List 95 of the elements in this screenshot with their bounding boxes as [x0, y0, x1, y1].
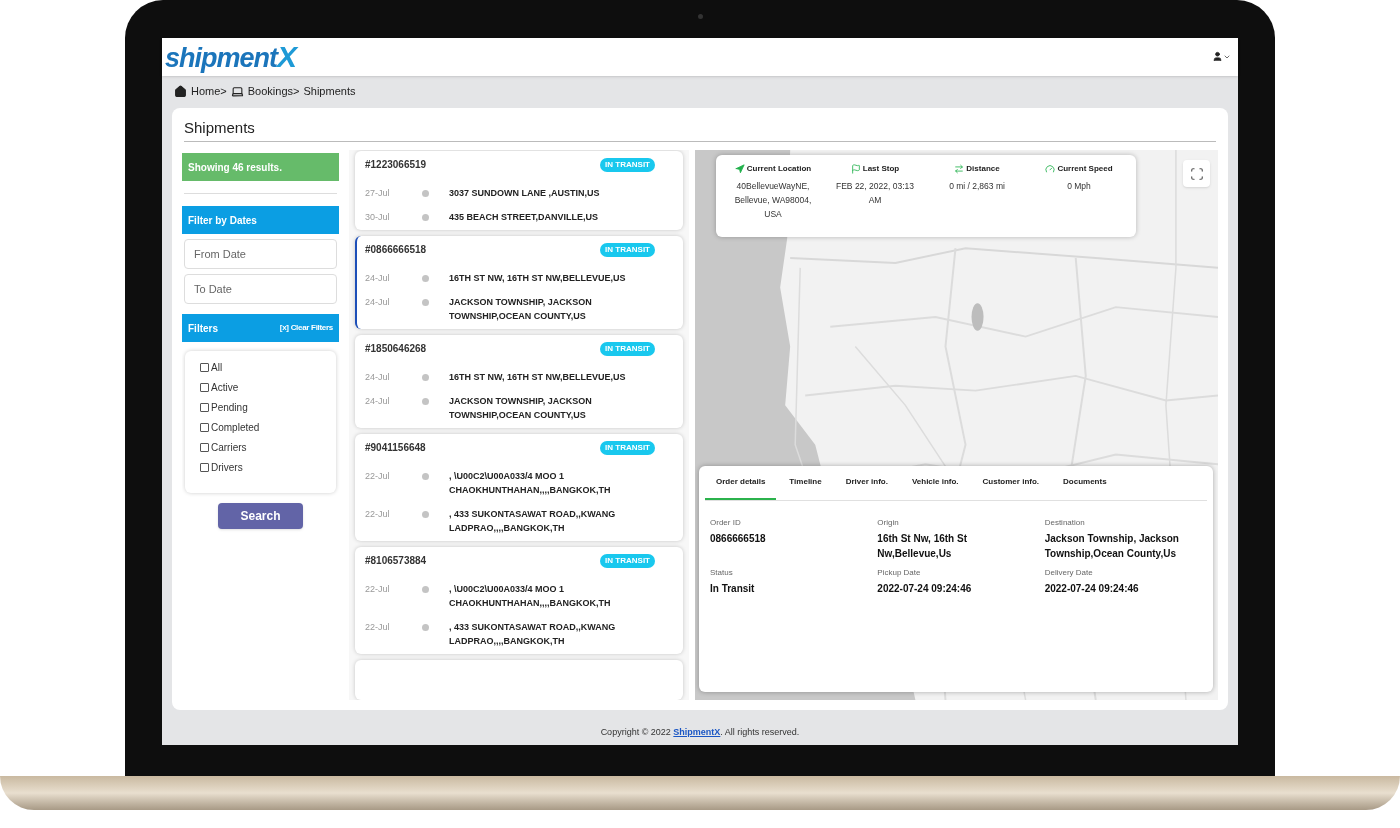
checkbox[interactable] [200, 363, 209, 372]
stop-address: , \U00C2\U00A033/4 MOO 1 CHAOKHUNTHAHAN,,,,BANGKOK,TH [449, 583, 612, 610]
checkbox-label: Pending [211, 401, 248, 415]
navigation-arrow-icon [734, 164, 745, 174]
status-badge: IN TRANSIT [600, 157, 655, 172]
details-tab[interactable]: Customer info. [971, 466, 1051, 500]
status-badge: IN TRANSIT [600, 341, 655, 356]
stop-date: 24-Jul [365, 371, 391, 384]
shipment-card[interactable]: #8106573884 IN TRANSIT 22-Jul , \U00C2\U00A033/4 MOO 1 CHAOKHUNTHAHAN,,,,BANGKOK,TH 22-Jul , 433 SUKONTASAWAT ROAD,,KWANG LADPRAO,,,,BANGKOK,TH [355, 547, 683, 654]
field-label: Pickup Date [877, 567, 922, 579]
date-field[interactable]: To Date [184, 274, 337, 304]
field-label: Origin [877, 517, 900, 529]
details-tab[interactable]: Vehicle info. [900, 466, 970, 500]
shipment-card[interactable]: #1850646268 IN TRANSIT 24-Jul 16TH ST NW, 16TH ST NW,BELLEVUE,US 24-Jul JACKSON TOWNSHIP, JACKSON TOWNSHIP,OCEAN COUNTY,US [355, 335, 683, 428]
tracking-label: Distance [966, 163, 1000, 175]
gauge-icon [1045, 164, 1056, 174]
field-value: Jackson Township, Jackson Township,Ocean County,Us [1044, 532, 1180, 561]
checkbox-label: Completed [211, 421, 260, 435]
breadcrumb-link[interactable]: Bookings> [247, 83, 300, 100]
stop-date: 24-Jul [365, 272, 391, 285]
stop-address: 16TH ST NW, 16TH ST NW,BELLEVUE,US [449, 371, 627, 384]
checkbox-label: Carriers [211, 441, 247, 455]
stop-address: , 433 SUKONTASAWAT ROAD,,KWANG LADPRAO,,,,BANGKOK,TH [449, 621, 617, 648]
tracking-value: FEB 22, 2022, 03:13 AM [835, 180, 915, 207]
field-value: In Transit [710, 582, 756, 596]
field-value: 2022-07-24 09:24:46 [877, 582, 973, 596]
field-value: 2022-07-24 09:24:46 [1044, 582, 1140, 596]
shipment-id: #9041156648 [365, 441, 426, 455]
filters-title: Filters [188, 321, 218, 336]
checkbox[interactable] [200, 463, 209, 472]
details-tab[interactable]: Documents [1052, 466, 1118, 500]
flag-icon [850, 164, 861, 174]
checkbox[interactable] [200, 443, 209, 452]
field-label: Status [710, 567, 734, 579]
checkbox[interactable] [200, 383, 209, 392]
stop-date: 22-Jul [365, 583, 391, 596]
stop-address: , 433 SUKONTASAWAT ROAD,,KWANG LADPRAO,,,,BANGKOK,TH [449, 508, 617, 535]
stop-address: 3037 SUNDOWN LANE ,AUSTIN,US [449, 187, 601, 200]
shipment-card[interactable]: #0866666518 IN TRANSIT 24-Jul 16TH ST NW, 16TH ST NW,BELLEVUE,US 24-Jul JACKSON TOWNSHIP, JACKSON TOWNSHIP,OCEAN COUNTY,US [355, 236, 683, 329]
breadcrumb-link[interactable]: Shipments [303, 83, 356, 100]
results-banner: Showing 46 results. [182, 153, 339, 181]
details-tab[interactable]: Order details [705, 466, 777, 500]
breadcrumb-link[interactable]: Home> [191, 83, 227, 100]
stop-date: 27-Jul [365, 187, 391, 200]
stop-date: 22-Jul [365, 470, 391, 483]
details-tab[interactable]: Driver info. [834, 466, 899, 500]
status-badge: IN TRANSIT [600, 440, 655, 455]
shipment-card[interactable]: #9041156648 IN TRANSIT 22-Jul , \U00C2\U00A033/4 MOO 1 CHAOKHUNTHAHAN,,,,BANGKOK,TH 22-Jul , 433 SUKONTASAWAT ROAD,,KWANG LADPRAO,,,,BANGKOK,TH [355, 434, 683, 541]
checkbox-label: All [211, 361, 223, 375]
fullscreen-icon [1189, 166, 1204, 181]
stop-date: 30-Jul [365, 211, 391, 224]
filter-header: Filter by Dates [182, 206, 339, 234]
tracking-value: 0 Mph [1066, 180, 1092, 193]
checkbox-label: Active [211, 381, 239, 395]
stop-date: 22-Jul [365, 621, 391, 634]
checkbox-label: Drivers [211, 461, 243, 475]
stop-date: 24-Jul [365, 395, 391, 408]
copyright-text: Copyright © 2022 ShipmentX. All rights reserved. [600, 725, 800, 739]
arrows-icon [954, 164, 965, 174]
details-tab[interactable]: Timeline [778, 466, 833, 500]
page-title: Shipments [184, 117, 256, 138]
checkbox[interactable] [200, 403, 209, 412]
shipment-card[interactable]: #1223066519 IN TRANSIT 27-Jul 3037 SUNDOWN LANE ,AUSTIN,US 30-Jul 435 BEACH STREET,DANVILLE,US [355, 151, 683, 230]
user-icon [1212, 51, 1223, 63]
tracking-label: Current Speed [1057, 163, 1113, 175]
shipment-id: #8106573884 [365, 554, 427, 568]
search-button[interactable]: Search [218, 503, 303, 529]
field-value: 0866666518 [710, 532, 767, 546]
tracking-label: Last Stop [862, 163, 900, 175]
fullscreen-button[interactable] [1183, 160, 1210, 187]
logo[interactable]: shipmentX [165, 41, 297, 72]
field-label: Delivery Date [1044, 567, 1094, 579]
field-value: 16th St Nw, 16th St Nw,Bellevue,Us [877, 532, 968, 561]
date-field[interactable]: From Date [184, 239, 337, 269]
stop-address: 435 BEACH STREET,DANVILLE,US [449, 211, 600, 224]
shipment-id: #0866666518 [365, 243, 427, 257]
field-label: Order ID [710, 517, 742, 529]
stop-address: 16TH ST NW, 16TH ST NW,BELLEVUE,US [449, 272, 627, 285]
status-badge: IN TRANSIT [600, 242, 655, 257]
checkbox[interactable] [200, 423, 209, 432]
user-menu-button[interactable] [1212, 51, 1231, 63]
stop-date: 24-Jul [365, 296, 391, 309]
status-badge: IN TRANSIT [600, 553, 655, 568]
stop-address: JACKSON TOWNSHIP, JACKSON TOWNSHIP,OCEAN COUNTY,US [449, 395, 593, 422]
shipment-id: #1223066519 [365, 158, 427, 172]
shipment-id: #1850646268 [365, 342, 427, 356]
field-label: Destination [1044, 517, 1086, 529]
laptop-icon [230, 85, 244, 98]
stop-date: 22-Jul [365, 508, 391, 521]
stop-address: JACKSON TOWNSHIP, JACKSON TOWNSHIP,OCEAN COUNTY,US [449, 296, 593, 323]
home-icon [174, 85, 187, 98]
tracking-value: 40BellevueWayNE, Bellevue, WA98004, USA [733, 180, 813, 221]
stop-address: , \U00C2\U00A033/4 MOO 1 CHAOKHUNTHAHAN,,,,BANGKOK,TH [449, 470, 612, 497]
tracking-label: Current Location [746, 163, 812, 175]
tracking-value: 0 mi / 2,863 mi [948, 180, 1006, 193]
